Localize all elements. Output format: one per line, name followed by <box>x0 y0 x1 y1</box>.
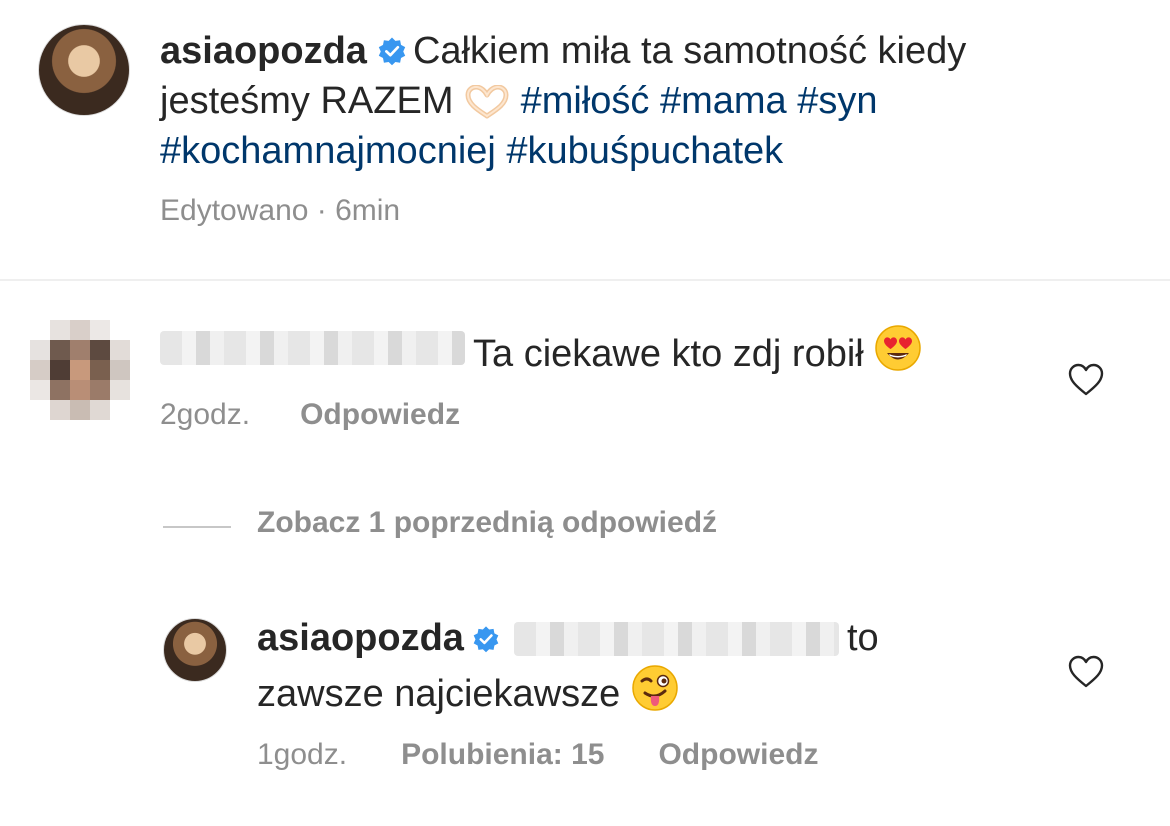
hashtag-link[interactable]: #syn <box>797 80 877 122</box>
hashtag-link[interactable]: #mama <box>660 80 787 122</box>
reply-meta: 1godz. Polubienia: 15 Odpowiedz <box>257 738 818 772</box>
reply-body: asiaopozda to zawsze najciekawsze <box>257 612 1017 720</box>
reply-author-avatar[interactable] <box>163 618 227 682</box>
verified-badge-icon <box>473 626 499 653</box>
post-author-username[interactable]: asiaopozda <box>160 30 367 72</box>
section-divider <box>0 279 1170 281</box>
post-caption: asiaopozda Całkiem miła ta samotność kied… <box>160 26 1120 176</box>
comment-reply-button[interactable]: Odpowiedz <box>300 398 460 431</box>
reply-text-part2: zawsze najciekawsze <box>257 673 621 715</box>
comment-meta: 2godz. Odpowiedz <box>160 398 460 432</box>
reply-reply-button[interactable]: Odpowiedz <box>658 738 818 771</box>
reply-likes-count[interactable]: Polubienia: 15 <box>401 738 604 771</box>
like-comment-heart-icon[interactable] <box>1068 363 1104 397</box>
reply-author-username[interactable]: asiaopozda <box>257 617 464 659</box>
verified-badge-icon <box>378 37 406 66</box>
mentioned-username-blurred[interactable] <box>513 622 839 656</box>
winking-tongue-emoji <box>632 665 678 711</box>
hashtag-link[interactable]: #kochamnajmocniej <box>160 130 496 172</box>
post-author-avatar[interactable] <box>38 24 130 116</box>
commenter-avatar-pixelated[interactable] <box>30 320 130 420</box>
commenter-username-blurred[interactable] <box>160 331 465 365</box>
comment-time: 2godz. <box>160 398 251 431</box>
reply-time: 1godz. <box>257 738 348 771</box>
replies-thread-line <box>163 526 231 528</box>
comment-text: Ta ciekawe kto zdj robił <box>473 333 864 375</box>
reply-text-part1: to <box>846 617 879 659</box>
comment-body: Ta ciekawe kto zdj robił <box>473 324 922 379</box>
heart-hands-emoji <box>465 85 509 119</box>
post-edited-timestamp: Edytowano · 6min <box>160 194 401 227</box>
view-previous-replies-button[interactable]: Zobacz 1 poprzednią odpowiedź <box>257 506 717 540</box>
like-reply-heart-icon[interactable] <box>1068 655 1104 689</box>
hashtag-link[interactable]: #kubuśpuchatek <box>506 130 783 172</box>
heart-eyes-emoji <box>875 325 922 371</box>
hashtag-link[interactable]: #miłość <box>521 80 650 122</box>
